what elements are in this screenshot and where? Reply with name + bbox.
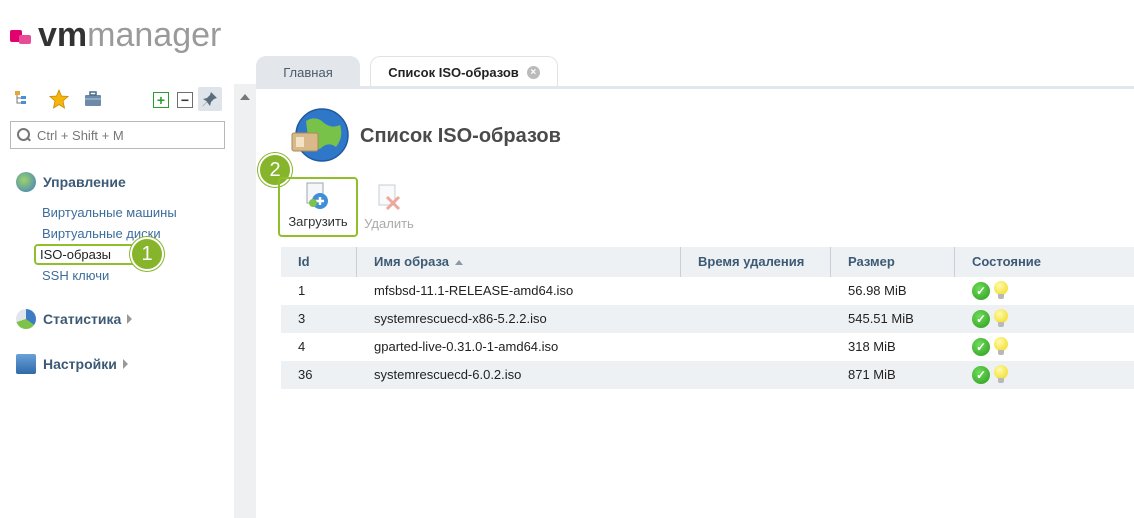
search-box[interactable]: [10, 121, 225, 149]
sidebar-toolbar: + −: [12, 86, 224, 114]
upload-icon: [304, 181, 332, 211]
delete-icon: [375, 183, 403, 213]
table-row[interactable]: 3 systemrescuecd-x86-5.2.2.iso 545.51 Mi…: [281, 305, 1134, 333]
expand-all-icon[interactable]: +: [153, 92, 169, 108]
pin-icon[interactable]: [198, 87, 222, 111]
column-header-status[interactable]: Состояние: [955, 247, 1134, 277]
iso-table: Id Имя образа Время удаления Размер Сост…: [281, 247, 1134, 389]
scroll-up-icon[interactable]: [240, 94, 250, 100]
logo-text: vmmanager: [38, 16, 222, 54]
logo: vmmanager: [10, 18, 221, 52]
step-badge-1: 1: [130, 237, 164, 271]
column-header-id[interactable]: Id: [281, 247, 357, 277]
table-header: Id Имя образа Время удаления Размер Сост…: [281, 247, 1134, 277]
search-input[interactable]: [37, 127, 207, 143]
tab-bar: Главная Список ISO-образов ×: [256, 56, 1134, 88]
nav-group-statistics[interactable]: Статистика: [16, 309, 133, 329]
status-ok-icon: ✓: [972, 338, 990, 356]
favorites-star-icon[interactable]: [48, 88, 70, 110]
management-globe-icon: [16, 172, 36, 192]
table-row[interactable]: 1 mfsbsd-11.1-RELEASE-amd64.iso 56.98 Mi…: [281, 277, 1134, 305]
sidebar: + − Управление Виртуальные машины Виртуа…: [0, 84, 234, 518]
collapse-all-icon[interactable]: −: [177, 92, 193, 108]
table-row[interactable]: 36 systemrescuecd-6.0.2.iso 871 MiB ✓: [281, 361, 1134, 389]
nav-group-management[interactable]: Управление: [16, 172, 126, 192]
sidebar-item-ssh-keys[interactable]: SSH ключи: [42, 265, 177, 286]
page-title: Список ISO-образов: [360, 125, 561, 147]
tab-iso-list[interactable]: Список ISO-образов ×: [370, 56, 558, 88]
status-ok-icon: ✓: [972, 366, 990, 384]
close-icon[interactable]: ×: [526, 66, 540, 79]
chevron-right-icon: [122, 359, 128, 369]
table-row[interactable]: 4 gparted-live-0.31.0-1-amd64.iso 318 Mi…: [281, 333, 1134, 361]
sidebar-splitter[interactable]: [234, 84, 256, 518]
tree-view-icon[interactable]: [12, 88, 34, 110]
tab-home[interactable]: Главная: [256, 56, 360, 88]
status-ok-icon: ✓: [972, 310, 990, 328]
bulb-icon: [994, 365, 1008, 385]
statistics-pie-icon: [16, 309, 36, 329]
app-root: vmmanager + − Управление: [0, 0, 1134, 518]
upload-button[interactable]: Загрузить: [278, 177, 358, 237]
column-header-deleted[interactable]: Время удаления: [681, 247, 831, 277]
bulb-icon: [994, 337, 1008, 357]
column-header-size[interactable]: Размер: [831, 247, 955, 277]
bulb-icon: [994, 309, 1008, 329]
column-header-name[interactable]: Имя образа: [357, 247, 681, 277]
logo-mark-icon: [10, 25, 34, 45]
sidebar-item-iso-images[interactable]: ISO-образы: [34, 244, 142, 265]
status-ok-icon: ✓: [972, 282, 990, 300]
search-icon: [17, 128, 31, 142]
sidebar-item-virtual-machines[interactable]: Виртуальные машины: [42, 202, 177, 223]
chevron-right-icon: [127, 314, 133, 324]
iso-globe-disk-icon: [288, 107, 352, 163]
settings-monitor-icon: [16, 354, 36, 374]
sort-ascending-icon: [454, 260, 463, 266]
briefcase-icon[interactable]: [82, 88, 104, 110]
bulb-icon: [994, 281, 1008, 301]
nav-group-settings[interactable]: Настройки: [16, 354, 128, 374]
delete-button[interactable]: Удалить: [360, 177, 418, 237]
main-content: Список ISO-образов 2 Загрузить Удалить I…: [256, 89, 1134, 518]
